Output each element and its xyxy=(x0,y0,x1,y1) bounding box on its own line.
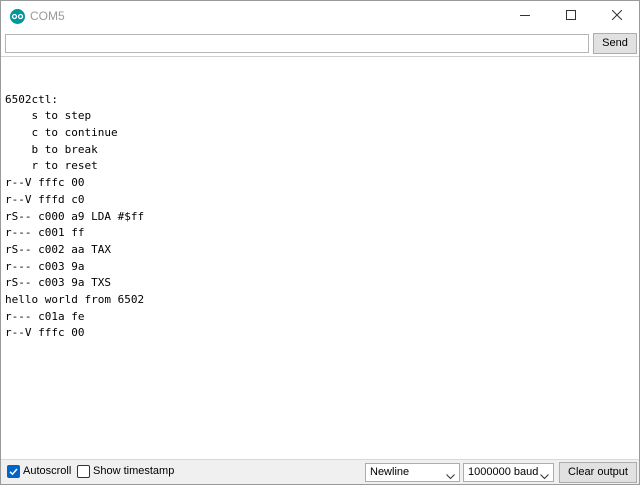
close-button[interactable] xyxy=(594,1,639,31)
chevron-down-icon xyxy=(446,469,455,484)
maximize-icon xyxy=(566,7,576,25)
output-line: r--V fffc 00 xyxy=(5,176,85,190)
serial-monitor-window: COM5 Send 6502ctl: s to step c to contin… xyxy=(0,0,640,485)
minimize-button[interactable] xyxy=(502,1,548,31)
bottom-toolbar: Autoscroll Show timestamp Newline 100000… xyxy=(1,459,639,484)
output-line: rS-- c002 aa TAX xyxy=(5,242,111,256)
output-line: r--- c001 ff xyxy=(5,226,85,240)
send-button[interactable]: Send xyxy=(593,33,637,54)
output-line: b to break xyxy=(5,142,98,156)
autoscroll-checkbox[interactable] xyxy=(7,465,20,478)
baud-rate-select[interactable]: 1000000 baud xyxy=(463,463,554,482)
output-line: r--- c01a fe xyxy=(5,309,85,323)
line-ending-select[interactable]: Newline xyxy=(365,463,460,482)
window-title: COM5 xyxy=(30,9,65,23)
title-bar[interactable]: COM5 xyxy=(1,1,639,31)
output-line: c to continue xyxy=(5,126,118,140)
autoscroll-label[interactable]: Autoscroll xyxy=(23,465,71,478)
output-line: s to step xyxy=(5,109,92,123)
show-timestamp-checkbox[interactable] xyxy=(77,465,90,478)
output-line: r to reset xyxy=(5,159,98,173)
show-timestamp-label[interactable]: Show timestamp xyxy=(93,465,174,478)
serial-output[interactable]: 6502ctl: s to step c to continue b to br… xyxy=(5,75,635,455)
line-ending-value: Newline xyxy=(370,466,410,478)
arduino-logo-icon xyxy=(10,9,25,24)
output-line: r--V fffd c0 xyxy=(5,192,85,206)
output-line: r--V fffc 00 xyxy=(5,326,85,340)
output-line: rS-- c003 9a TXS xyxy=(5,276,111,290)
close-icon xyxy=(611,7,623,25)
output-line: r--- c003 9a xyxy=(5,259,85,273)
serial-input[interactable] xyxy=(5,34,589,53)
checkmark-icon xyxy=(9,468,18,476)
minimize-icon xyxy=(520,7,530,25)
baud-rate-value: 1000000 baud xyxy=(468,466,539,478)
output-line: 6502ctl: xyxy=(5,92,58,106)
clear-output-button[interactable]: Clear output xyxy=(559,462,637,483)
output-line: hello world from 6502 xyxy=(5,292,145,306)
maximize-button[interactable] xyxy=(548,1,594,31)
divider xyxy=(1,56,639,57)
output-line: rS-- c000 a9 LDA #$ff xyxy=(5,209,145,223)
chevron-down-icon xyxy=(540,469,549,484)
